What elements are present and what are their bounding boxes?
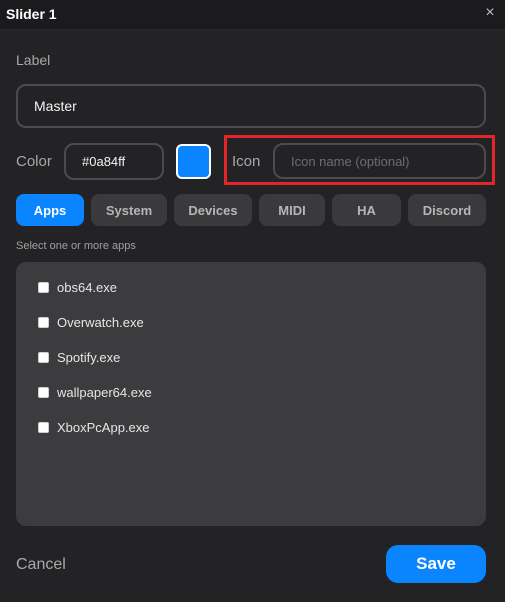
app-name: XboxPcApp.exe	[57, 419, 150, 435]
app-name: obs64.exe	[57, 279, 117, 295]
app-name: wallpaper64.exe	[57, 384, 152, 400]
color-swatch-button[interactable]	[176, 144, 211, 179]
app-list-panel: obs64.exe Overwatch.exe Spotify.exe wall…	[16, 262, 486, 526]
slider-settings-dialog: Slider 1 × Label Color Icon Apps System …	[0, 0, 505, 602]
label-input[interactable]	[16, 84, 486, 128]
list-item[interactable]: XboxPcApp.exe	[38, 418, 150, 436]
label-caption: Label	[16, 52, 51, 68]
app-name: Spotify.exe	[57, 349, 121, 365]
app-checkbox[interactable]	[38, 281, 49, 293]
list-item[interactable]: Overwatch.exe	[38, 313, 144, 331]
tab-devices[interactable]: Devices	[174, 194, 252, 226]
icon-caption: Icon	[232, 153, 261, 170]
tab-apps[interactable]: Apps	[16, 194, 84, 226]
color-caption: Color	[16, 153, 52, 170]
app-checkbox[interactable]	[38, 351, 49, 363]
tab-discord[interactable]: Discord	[408, 194, 486, 226]
list-item[interactable]: Spotify.exe	[38, 348, 120, 366]
color-hex-input[interactable]	[64, 143, 164, 180]
app-checkbox[interactable]	[38, 316, 49, 328]
apps-section-caption: Select one or more apps	[16, 240, 136, 252]
app-checkbox[interactable]	[38, 386, 49, 398]
cancel-button[interactable]: Cancel	[16, 556, 66, 574]
icon-name-input[interactable]	[273, 143, 486, 179]
tab-system[interactable]: System	[91, 194, 167, 226]
close-icon[interactable]: ×	[483, 5, 497, 21]
tab-ha[interactable]: HA	[332, 194, 401, 226]
title-bar: Slider 1 ×	[0, 0, 505, 30]
save-button[interactable]: Save	[386, 545, 486, 583]
dialog-title: Slider 1	[6, 6, 57, 22]
tab-midi[interactable]: MIDI	[259, 194, 325, 226]
list-item[interactable]: wallpaper64.exe	[38, 383, 152, 401]
list-item[interactable]: obs64.exe	[38, 278, 117, 296]
app-name: Overwatch.exe	[57, 314, 144, 330]
app-checkbox[interactable]	[38, 421, 49, 433]
